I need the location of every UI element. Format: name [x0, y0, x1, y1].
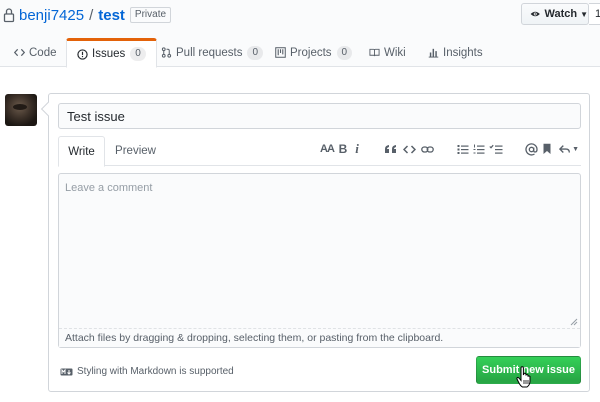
- avatar[interactable]: [5, 94, 37, 126]
- reply-icon: [559, 144, 571, 153]
- link-icon: [420, 145, 434, 153]
- tab-wiki-label: Wiki: [384, 46, 406, 59]
- repo-path-separator: /: [89, 6, 94, 24]
- project-icon: [275, 47, 286, 58]
- tab-preview[interactable]: Preview: [108, 136, 163, 166]
- chevron-down-icon: ▼: [572, 145, 579, 153]
- italic-button[interactable]: i: [353, 141, 361, 157]
- lock-icon: [3, 8, 15, 23]
- pull-request-icon: [161, 47, 172, 58]
- markdown-icon: [60, 368, 73, 375]
- tab-issues[interactable]: Issues 0: [66, 38, 157, 68]
- quote-button[interactable]: [383, 141, 397, 157]
- file-drop-zone[interactable]: Attach files by dragging & dropping, sel…: [59, 328, 580, 347]
- comment-box: Attach files by dragging & dropping, sel…: [58, 173, 581, 348]
- chevron-down-icon: ▼: [580, 9, 588, 19]
- task-list-icon: [489, 144, 503, 154]
- saved-reply-button[interactable]: [541, 141, 553, 157]
- bold-label: B: [338, 142, 348, 156]
- pull-requests-counter: 0: [247, 45, 264, 60]
- repo-header: benji7425 / test Private Watch ▼ 1: [0, 0, 600, 38]
- submit-new-issue-button[interactable]: Submit new issue: [476, 356, 581, 384]
- repo-owner-link[interactable]: benji7425: [19, 7, 84, 24]
- watch-label: Watch: [544, 8, 578, 20]
- tab-wiki[interactable]: Wiki: [369, 38, 406, 67]
- bold-button[interactable]: B: [338, 141, 348, 157]
- heading-label: AA: [320, 143, 335, 155]
- comment-textarea[interactable]: [59, 174, 580, 328]
- mention-icon: [524, 142, 538, 155]
- tab-projects-label: Projects: [290, 46, 332, 59]
- markdown-note-text: Styling with Markdown is supported: [77, 366, 234, 377]
- bookmark-icon: [543, 143, 551, 154]
- bulleted-list-button[interactable]: [457, 141, 469, 157]
- tab-projects[interactable]: Projects 0: [275, 38, 353, 67]
- numbered-list-button[interactable]: [473, 141, 485, 157]
- eye-icon: [530, 11, 540, 17]
- watch-count[interactable]: 1: [589, 3, 600, 25]
- quote-icon: [384, 144, 396, 153]
- issue-title-input[interactable]: [58, 103, 581, 129]
- tab-pull-requests[interactable]: Pull requests 0: [161, 38, 264, 67]
- watch-button[interactable]: Watch ▼: [521, 3, 589, 25]
- mention-button[interactable]: [524, 141, 538, 157]
- markdown-note[interactable]: Styling with Markdown is supported: [60, 366, 234, 377]
- bulleted-list-icon: [457, 144, 469, 154]
- reply-menu-button[interactable]: ▼: [559, 141, 579, 157]
- tab-write[interactable]: Write: [58, 136, 105, 167]
- private-badge: Private: [129, 7, 172, 23]
- book-icon: [369, 48, 380, 57]
- projects-counter: 0: [336, 45, 353, 60]
- heading-button[interactable]: AA: [319, 141, 335, 157]
- graph-icon: [428, 48, 439, 58]
- repo-title: benji7425 / test Private: [3, 4, 172, 26]
- code-icon: [14, 48, 25, 57]
- italic-label: i: [355, 141, 359, 156]
- repo-name-link[interactable]: test: [98, 7, 125, 24]
- code-button[interactable]: [402, 141, 416, 157]
- tab-issues-label: Issues: [92, 48, 126, 60]
- link-button[interactable]: [420, 141, 434, 157]
- repo-nav: Code Issues 0 Pull requests 0 Projects 0: [0, 38, 600, 68]
- code-icon: [402, 144, 416, 154]
- numbered-list-icon: [473, 144, 485, 154]
- resize-handle-icon[interactable]: [570, 318, 578, 326]
- tab-code-label: Code: [29, 46, 57, 59]
- tab-code[interactable]: Code: [14, 38, 57, 67]
- task-list-button[interactable]: [489, 141, 503, 157]
- tab-insights-label: Insights: [443, 46, 483, 59]
- issue-icon: [77, 48, 88, 60]
- tab-pull-requests-label: Pull requests: [176, 46, 243, 59]
- issues-counter: 0: [130, 47, 146, 61]
- tab-insights[interactable]: Insights: [428, 38, 483, 67]
